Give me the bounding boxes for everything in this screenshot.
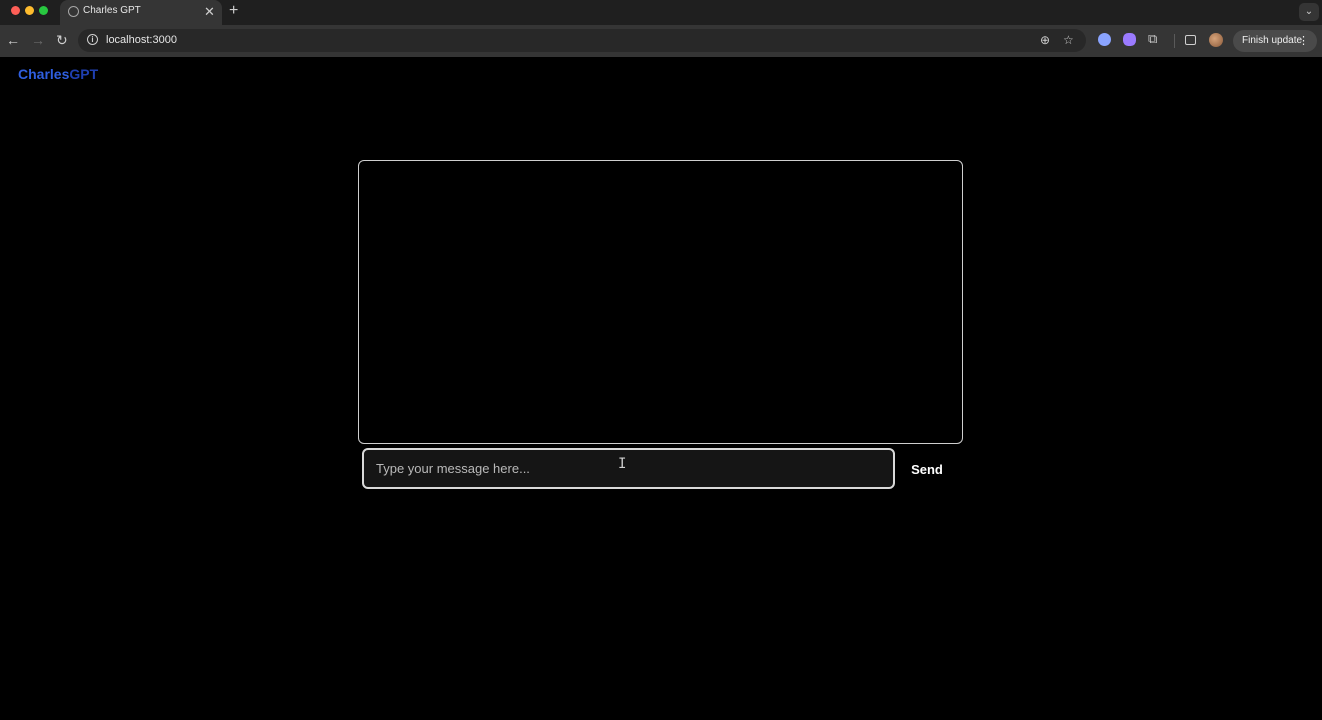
bookmark-star-icon[interactable]: ☆ [1063,33,1074,47]
maximize-window-button[interactable] [39,6,48,15]
minimize-window-button[interactable] [25,6,34,15]
extension-icon[interactable] [1098,33,1111,46]
close-window-button[interactable] [11,6,20,15]
chat-messages-window [358,160,963,444]
profile-avatar[interactable] [1209,33,1223,47]
back-button[interactable]: ← [6,32,20,48]
info-icon[interactable]: i [87,34,98,45]
toolbar-divider [1174,34,1175,48]
zoom-icon[interactable]: ⊕ [1040,33,1050,47]
forward-button[interactable]: → [31,32,45,48]
tab-title: Charles GPT [83,5,141,16]
tab-search-dropdown[interactable]: ⌄ [1299,3,1319,21]
extensions-puzzle-icon[interactable]: ⧉ [1148,31,1157,47]
url-text[interactable]: localhost:3000 [106,34,177,46]
address-bar[interactable]: i localhost:3000 ⊕ ☆ [78,29,1086,52]
tab-charles-gpt[interactable]: Charles GPT ✕ [60,0,222,25]
message-input[interactable] [362,448,895,489]
kebab-menu-icon[interactable]: ⋮ [1298,30,1309,52]
browser-toolbar: ← → ↻ i localhost:3000 ⊕ ☆ ⧉ Finish upda… [0,25,1322,57]
finish-update-button[interactable]: Finish update ⋮ [1233,30,1317,52]
logo-text-gpt: GPT [69,66,99,82]
app-logo[interactable]: CharlesGPT [18,66,98,82]
new-tab-button[interactable]: + [229,2,238,20]
send-button[interactable]: Send [903,456,951,482]
extension-icon[interactable] [1123,33,1136,46]
text-cursor-icon: I [618,456,627,472]
logo-text-charles: Charles [18,66,70,82]
reload-button[interactable]: ↻ [56,32,68,48]
close-icon[interactable]: ✕ [204,4,215,20]
finish-update-label: Finish update [1242,35,1303,46]
globe-icon [68,6,79,17]
tab-bar: Charles GPT ✕ + ⌄ [0,0,1322,25]
side-panel-icon[interactable] [1185,35,1196,45]
